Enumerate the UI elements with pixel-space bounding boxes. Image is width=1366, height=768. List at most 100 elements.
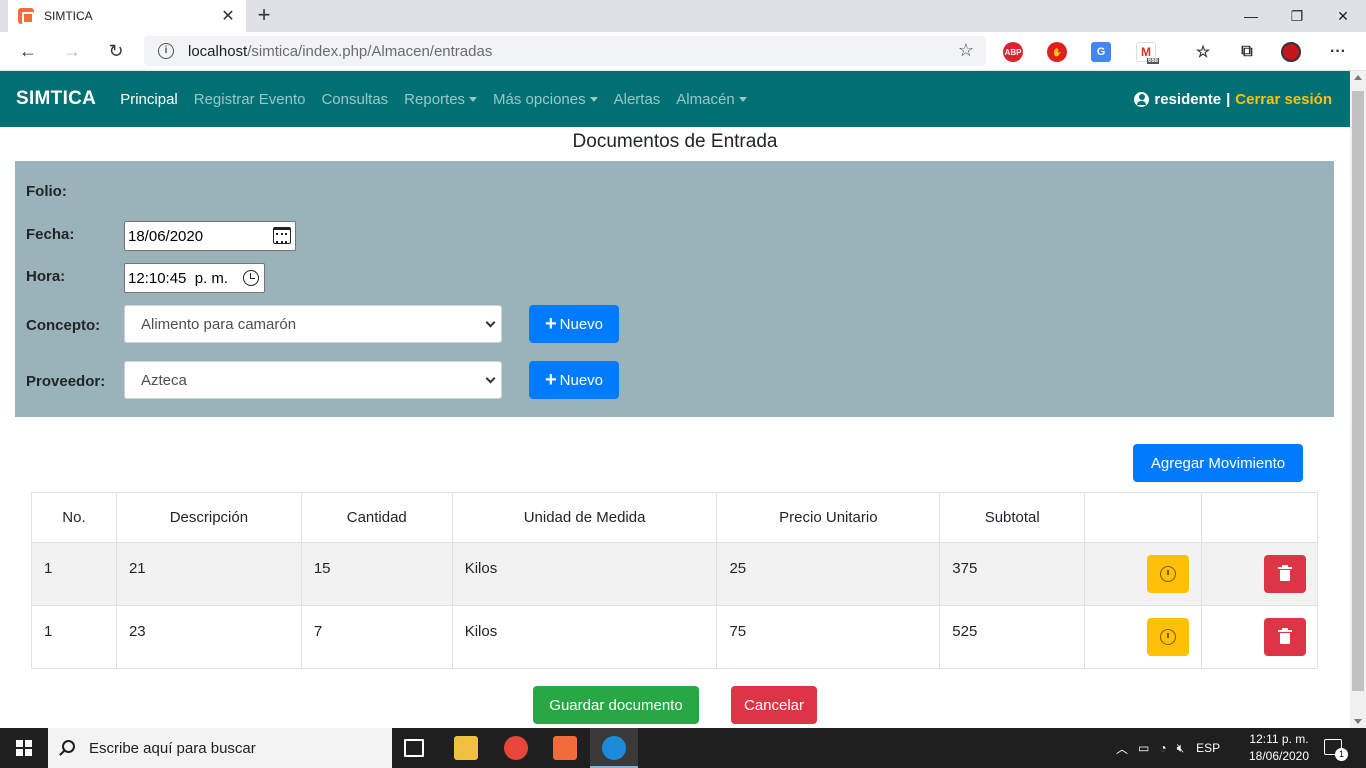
col-header-precio: Precio Unitario: [716, 492, 941, 543]
profile-avatar-icon[interactable]: [1281, 42, 1301, 62]
table-row: 1 21 15 Kilos 25 375: [31, 542, 1318, 606]
scroll-thumb[interactable]: [1352, 91, 1364, 691]
refresh-icon[interactable]: ↻: [102, 38, 130, 64]
battery-icon[interactable]: ▭: [1138, 741, 1149, 755]
notifications-icon[interactable]: 1: [1324, 739, 1348, 761]
gmail-checker-icon[interactable]: M 688: [1136, 42, 1159, 64]
browser-tab[interactable]: SIMTICA ✕: [8, 0, 246, 32]
volume-muted-icon[interactable]: 🔇︎: [1177, 741, 1185, 756]
chrome-icon[interactable]: [504, 736, 528, 760]
address-bar[interactable]: i localhost/simtica/index.php/Almacen/en…: [144, 36, 986, 66]
fecha-label: Fecha:: [26, 226, 75, 243]
cell-no: 1: [31, 605, 117, 669]
edit-row-button[interactable]: [1147, 555, 1190, 593]
window-close-icon[interactable]: ✕: [1320, 0, 1366, 32]
xampp-icon[interactable]: [553, 736, 577, 760]
plus-icon: +: [544, 369, 557, 391]
minimize-icon[interactable]: —: [1228, 0, 1274, 32]
edge-icon: [602, 736, 626, 760]
favorite-star-icon[interactable]: ☆: [958, 40, 974, 61]
col-header-unidad: Unidad de Medida: [451, 492, 718, 543]
taskbar-clock[interactable]: 12:11 p. m. 18/06/2020: [1248, 731, 1310, 765]
windows-start-icon[interactable]: [16, 740, 32, 756]
nav-consultas[interactable]: Consultas: [321, 91, 388, 108]
page-title: Documentos de Entrada: [572, 131, 778, 152]
search-icon: [62, 739, 75, 753]
cell-descripcion: 21: [115, 542, 302, 606]
nav-registrar-evento[interactable]: Registrar Evento: [194, 91, 306, 108]
exclamation-circle-icon: [1160, 566, 1177, 582]
back-arrow-icon[interactable]: ←: [14, 38, 42, 64]
taskbar-search-box[interactable]: Escribe aquí para buscar: [48, 728, 392, 768]
cell-unidad: Kilos: [451, 542, 718, 606]
hora-time-input[interactable]: 12:10:45 p. m.: [124, 263, 265, 293]
restore-icon[interactable]: ❐: [1274, 0, 1320, 32]
app-navbar: SIMTICA Principal Registrar Evento Consu…: [0, 71, 1350, 127]
stop-hand-icon[interactable]: ✋: [1047, 42, 1067, 62]
add-movement-button[interactable]: Agregar Movimiento: [1133, 444, 1303, 482]
collections-icon[interactable]: ⧉: [1237, 42, 1257, 62]
delete-row-button[interactable]: [1264, 555, 1307, 593]
document-form-panel: Folio: Fecha: 18/06/2020 Hora: 12:10:45 …: [15, 161, 1334, 417]
favorites-list-icon[interactable]: ☆: [1193, 42, 1213, 62]
windows-taskbar: Escribe aquí para buscar ︿ ▭ ◔ 🔇︎ ESP 12…: [0, 728, 1366, 768]
delete-row-button[interactable]: [1264, 618, 1307, 656]
save-document-button[interactable]: Guardar documento: [533, 686, 699, 724]
nav-alertas[interactable]: Alertas: [614, 91, 661, 108]
cell-cantidad: 7: [300, 605, 453, 669]
chevron-down-icon: [485, 317, 496, 328]
nav-mas-opciones[interactable]: Más opciones: [493, 91, 598, 108]
task-view-icon[interactable]: [404, 739, 424, 757]
translate-icon[interactable]: G: [1091, 42, 1111, 62]
adblock-plus-icon[interactable]: ABP: [1003, 42, 1023, 62]
close-tab-icon[interactable]: ✕: [220, 6, 236, 26]
table-row: 1 23 7 Kilos 75 525: [31, 605, 1318, 669]
cell-edit: [1084, 605, 1203, 669]
page-scrollbar[interactable]: [1350, 71, 1366, 728]
nuevo-proveedor-label: Nuevo: [559, 371, 604, 389]
edge-taskbar-item[interactable]: [590, 728, 638, 768]
nuevo-proveedor-button[interactable]: + Nuevo: [529, 361, 619, 399]
proveedor-value: Azteca: [141, 371, 187, 389]
fecha-date-input[interactable]: 18/06/2020: [124, 221, 296, 251]
nav-almacen[interactable]: Almacén: [676, 91, 747, 108]
user-area: residente | Cerrar sesión: [1134, 71, 1332, 127]
system-tray: ︿ ▭ ◔ 🔇︎ ESP: [1116, 728, 1220, 768]
cell-subtotal: 525: [939, 605, 1086, 669]
edit-row-button[interactable]: [1147, 618, 1190, 656]
cell-descripcion: 23: [115, 605, 302, 669]
tab-title: SIMTICA: [44, 9, 93, 23]
user-separator: |: [1226, 90, 1231, 108]
notification-count-badge: 1: [1335, 748, 1348, 761]
scroll-up-icon[interactable]: [1354, 75, 1362, 80]
nav-mas-opciones-label: Más opciones: [493, 90, 586, 108]
brand-logo[interactable]: SIMTICA: [16, 88, 96, 110]
wifi-icon[interactable]: ◔: [1159, 741, 1166, 755]
calendar-icon[interactable]: [273, 227, 291, 244]
site-info-icon[interactable]: i: [158, 43, 174, 59]
nav-reportes[interactable]: Reportes: [404, 91, 478, 108]
col-header-edit: [1084, 492, 1203, 543]
logout-link[interactable]: Cerrar sesión: [1235, 91, 1332, 108]
nav-principal[interactable]: Principal: [120, 91, 178, 108]
file-explorer-icon[interactable]: [454, 736, 478, 760]
exclamation-circle-icon: [1160, 629, 1177, 645]
concepto-label: Concepto:: [26, 317, 101, 334]
forward-arrow-icon[interactable]: →: [58, 38, 86, 64]
caret-down-icon: [589, 96, 598, 102]
caret-down-icon: [469, 96, 478, 102]
nuevo-concepto-button[interactable]: + Nuevo: [529, 305, 619, 343]
concepto-select[interactable]: Alimento para camarón: [124, 305, 502, 343]
hora-value: 12:10:45 p. m.: [128, 269, 229, 287]
new-tab-icon[interactable]: +: [252, 4, 276, 26]
proveedor-select[interactable]: Azteca: [124, 361, 502, 399]
xampp-favicon-icon: [18, 8, 34, 24]
scroll-down-icon[interactable]: [1354, 719, 1362, 724]
cancel-button[interactable]: Cancelar: [731, 686, 817, 724]
language-indicator[interactable]: ESP: [1196, 741, 1220, 755]
plus-icon: +: [544, 313, 557, 335]
tray-chevron-up-icon[interactable]: ︿: [1116, 740, 1128, 757]
clock-icon[interactable]: [243, 270, 259, 286]
more-options-icon[interactable]: ···: [1328, 42, 1348, 62]
cell-unidad: Kilos: [451, 605, 718, 669]
